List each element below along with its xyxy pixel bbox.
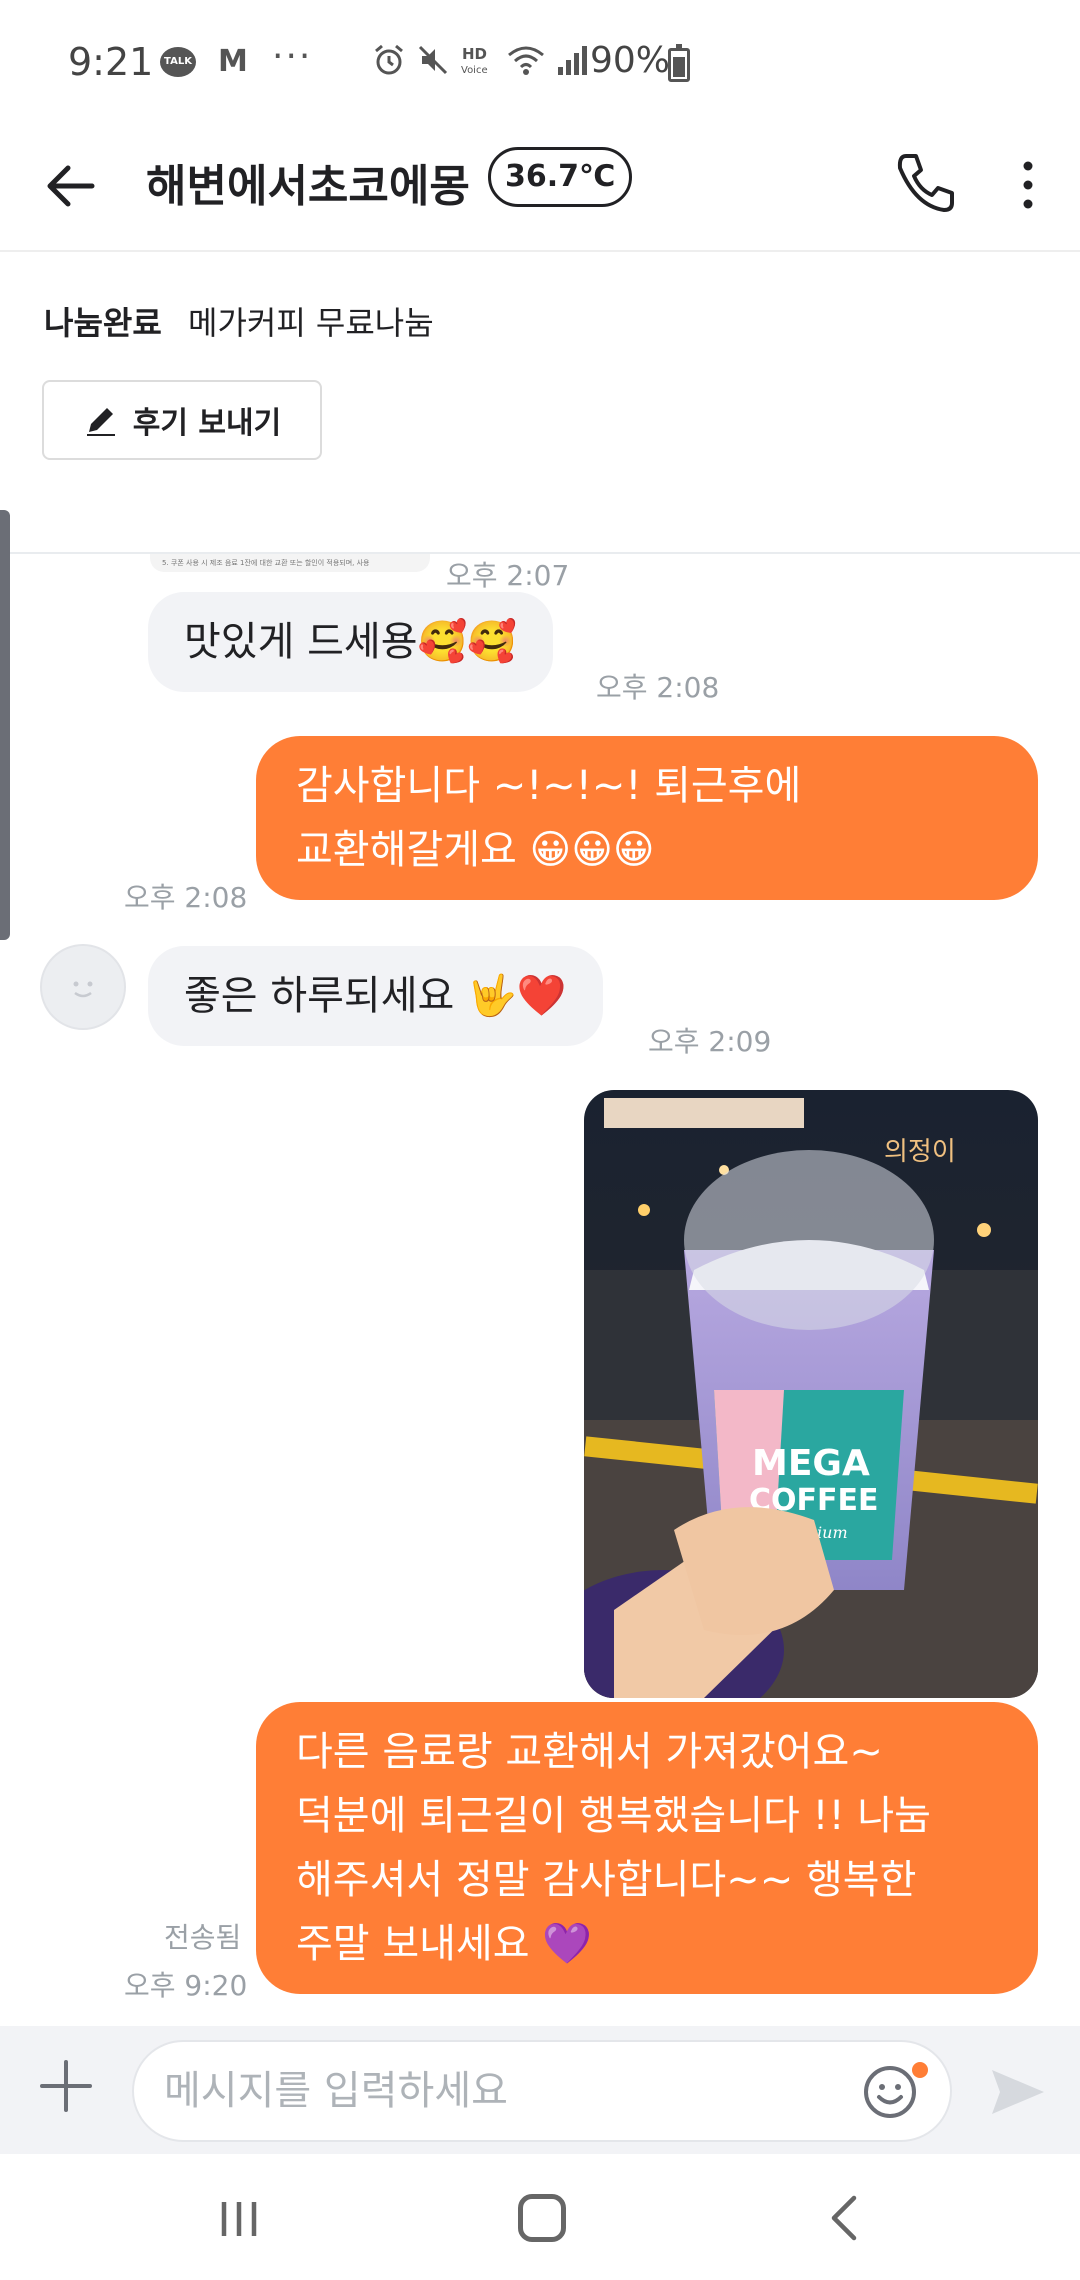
- trade-status: 나눔완료: [44, 304, 162, 342]
- message-time: 오후 2:08: [124, 881, 248, 914]
- coffee-photo: 의정이 MEGA COFFEE Premium: [584, 1090, 1038, 1698]
- default-profile-icon: [73, 981, 93, 998]
- mail-notification-icon: M: [218, 44, 248, 79]
- incoming-message: 맛있게 드세용🥰🥰: [148, 592, 554, 692]
- product-info: 나눔완료 메가커피 무료나눔 후기 보내기: [0, 254, 1080, 554]
- cup-brand-text: MEGA: [752, 1443, 870, 1484]
- chat-header: 해변에서초코에몽 36.7℃: [0, 120, 1080, 252]
- store-sign: 의정이: [884, 1137, 956, 1167]
- message-text: 감사합니다 ~!~!~! 퇴근후에: [296, 763, 802, 809]
- message-list[interactable]: 5. 쿠폰 사용 시 제조 음료 1잔에 대한 교환 또는 할인이 적용되며, …: [0, 554, 1080, 2026]
- message-text: 해주셔서 정말 감사합니다~~ 행복한: [296, 1857, 917, 1903]
- previous-image-message[interactable]: 5. 쿠폰 사용 시 제조 음료 1잔에 대한 교환 또는 할인이 적용되며, …: [150, 554, 430, 572]
- more-notifications-icon: ···: [272, 36, 313, 77]
- outgoing-message: 다른 음료랑 교환해서 가져갔어요~ 덕분에 퇴근길이 행복했습니다 !! 나눔…: [256, 1702, 1038, 1994]
- back-chevron-icon[interactable]: [820, 2192, 870, 2244]
- talk-notification-icon: TALK: [160, 47, 196, 77]
- pencil-icon: [86, 408, 115, 436]
- home-icon[interactable]: [518, 2194, 566, 2242]
- alarm-icon: [375, 44, 403, 75]
- message-text: 다른 음료랑 교환해서 가져갔어요~: [296, 1729, 883, 1775]
- message-time: 오후 2:08: [596, 671, 720, 704]
- avatar[interactable]: [40, 944, 126, 1030]
- sent-status: 전송됨: [164, 1921, 242, 1954]
- message-text: 맛있게 드세용🥰🥰: [184, 619, 518, 665]
- signal-icon: [558, 46, 587, 75]
- battery-charging-icon: [668, 44, 690, 82]
- message-text: 덕분에 퇴근길이 행복했습니다 !! 나눔: [296, 1793, 931, 1839]
- manner-temperature-badge[interactable]: 36.7℃: [488, 147, 633, 207]
- plus-icon[interactable]: [36, 2056, 96, 2116]
- message-time: 오후 2:07: [446, 559, 570, 592]
- status-icons: HD Voice: [372, 40, 590, 80]
- svg-text:HD: HD: [462, 45, 487, 63]
- send-review-label: 후기 보내기: [132, 406, 282, 441]
- more-options-icon[interactable]: [1010, 152, 1046, 218]
- recent-apps-icon[interactable]: [214, 2194, 264, 2244]
- battery-percent: 90%: [590, 40, 671, 81]
- message-time: 오후 9:20: [124, 1969, 248, 2002]
- svg-text:Voice: Voice: [461, 65, 488, 76]
- hd-voice-icon: HD Voice: [461, 45, 488, 76]
- system-nav-bar: [0, 2154, 1080, 2280]
- message-input[interactable]: 메시지를 입력하세요: [132, 2040, 952, 2142]
- mute-icon: [418, 45, 448, 75]
- send-icon[interactable]: [986, 2060, 1050, 2124]
- message-text: 주말 보내세요 💜: [296, 1921, 593, 1967]
- product-title[interactable]: 메가커피 무료나눔: [188, 298, 434, 344]
- message-input-bar: 메시지를 입력하세요: [0, 2026, 1080, 2154]
- send-review-button[interactable]: 후기 보내기: [42, 380, 322, 460]
- status-time: 9:21: [68, 40, 154, 84]
- new-emoji-dot: [912, 2062, 928, 2078]
- incoming-message: 좋은 하루되세요 🤟❤️: [148, 946, 603, 1046]
- chat-partner-name[interactable]: 해변에서초코에몽: [146, 150, 470, 214]
- outgoing-message: 감사합니다 ~!~!~! 퇴근후에 교환해갈게요 😀😀😀: [256, 736, 1038, 900]
- wifi-icon: [508, 46, 544, 75]
- phone-icon[interactable]: [890, 148, 960, 218]
- message-text: 좋은 하루되세요 🤟❤️: [184, 973, 567, 1019]
- emoji-icon[interactable]: [860, 2062, 920, 2122]
- previous-image-caption: 5. 쿠폰 사용 시 제조 음료 1잔에 대한 교환 또는 할인이 적용되며, …: [162, 559, 370, 567]
- status-bar: 9:21 TALK M ··· HD Voice 90%: [0, 0, 1080, 120]
- photo-message[interactable]: 의정이 MEGA COFFEE Premium: [584, 1090, 1038, 1698]
- back-arrow-icon[interactable]: [40, 156, 100, 216]
- message-text: 교환해갈게요 😀😀😀: [296, 827, 655, 873]
- message-time: 오후 2:09: [648, 1025, 772, 1058]
